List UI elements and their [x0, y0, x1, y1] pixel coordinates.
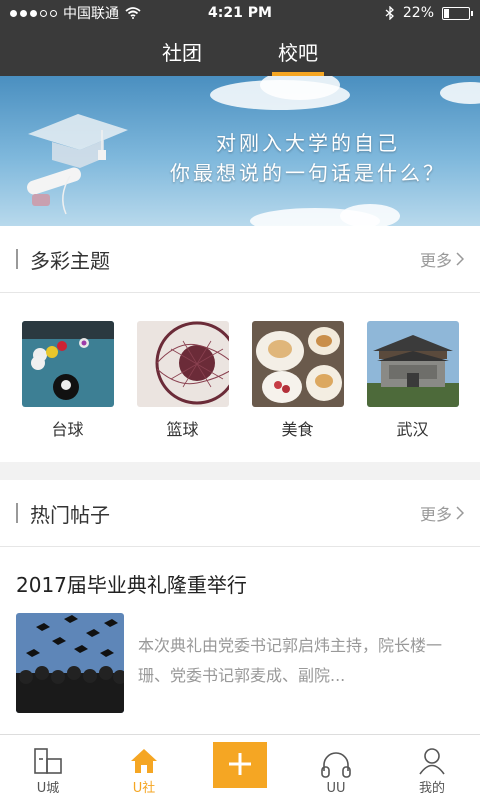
banner-line-2: 你最想说的一句话是什么？: [170, 161, 446, 185]
chevron-right-icon: [456, 252, 464, 266]
topics-section: 多彩主题 更多 台球 篮球 美食 武汉: [0, 226, 480, 462]
posts-header: 热门帖子 更多: [0, 480, 480, 547]
tab-clubs[interactable]: 社团: [160, 26, 204, 76]
tab-school-bar[interactable]: 校吧: [272, 26, 324, 76]
topic-food[interactable]: 美食: [251, 321, 344, 440]
chevron-right-icon: [456, 506, 464, 520]
battery-percent: 22%: [402, 5, 434, 21]
topic-wuhan[interactable]: 武汉: [366, 321, 459, 440]
status-bar: 中国联通 4:21 PM 22%: [0, 0, 480, 26]
topic-label: 武汉: [396, 420, 429, 439]
topic-label: 篮球: [166, 420, 199, 439]
nav-label: U社: [132, 781, 156, 796]
battery-icon: [442, 6, 473, 20]
wifi-icon: [125, 7, 141, 19]
nav-u-club[interactable]: U社: [96, 735, 192, 800]
banner-line-1: 对刚入大学的自己: [216, 131, 400, 155]
user-icon: [419, 748, 445, 775]
banner-caption: 对刚入大学的自己 你最想说的一句话是什么？: [148, 128, 468, 188]
top-bar: 中国联通 4:21 PM 22% 社团 校吧: [0, 0, 480, 76]
more-label: 更多: [419, 251, 452, 270]
hot-posts-section: 热门帖子 更多 2017届毕业典礼隆重举行 本次典礼由党委书记郭启炜主持，院长楼…: [0, 480, 480, 734]
tab-clubs-label: 社团: [162, 40, 202, 65]
city-icon: [34, 748, 62, 774]
topic-basketball[interactable]: 篮球: [136, 321, 229, 440]
header-tabs: 社团 校吧: [0, 26, 480, 76]
topic-label: 台球: [51, 420, 84, 439]
plus-icon: [213, 742, 267, 788]
headphones-icon: [321, 752, 351, 778]
topics-more-button[interactable]: 更多: [420, 247, 464, 271]
post-card[interactable]: 2017届毕业典礼隆重举行 本次典礼由党委书记郭启炜主持，院长楼一珊、党委书记郭…: [0, 547, 480, 713]
wuhan-image: [366, 321, 459, 407]
signal-icon: [10, 9, 57, 17]
graduation-cap-icon: [27, 114, 128, 215]
post-excerpt: 本次典礼由党委书记郭启炜主持，院长楼一珊、党委书记郭麦成、副院...: [138, 636, 443, 685]
nav-create-post[interactable]: [192, 735, 288, 800]
food-image: [251, 321, 344, 407]
bluetooth-icon: [385, 6, 394, 20]
home-icon: [131, 749, 157, 773]
post-title: 2017届毕业典礼隆重举行: [16, 572, 247, 597]
basketball-image: [136, 321, 229, 407]
topic-label: 美食: [281, 420, 314, 439]
bottom-nav: U城 U社 UU 我的: [0, 734, 480, 800]
nav-label: 我的: [418, 781, 445, 796]
more-label: 更多: [419, 505, 452, 524]
tab-school-bar-label: 校吧: [278, 40, 318, 65]
graduation-photo: [16, 613, 124, 713]
promo-banner[interactable]: 对刚入大学的自己 你最想说的一句话是什么？: [0, 76, 480, 226]
nav-u-city[interactable]: U城: [0, 735, 96, 800]
nav-label: U城: [36, 781, 60, 796]
section-title: 热门帖子: [30, 502, 110, 527]
cloud-decoration: [440, 82, 480, 104]
section-marker: [16, 249, 18, 269]
topic-billiards[interactable]: 台球: [21, 321, 114, 440]
section-title: 多彩主题: [30, 248, 110, 273]
billiards-image: [21, 321, 114, 407]
topics-header: 多彩主题 更多: [0, 226, 480, 293]
cloud-decoration: [340, 204, 400, 226]
clock: 4:21 PM: [208, 5, 272, 21]
posts-more-button[interactable]: 更多: [420, 501, 464, 525]
nav-label: UU: [326, 781, 346, 796]
carrier-label: 中国联通: [63, 6, 119, 22]
nav-uu[interactable]: UU: [288, 735, 384, 800]
section-marker: [16, 503, 18, 523]
nav-mine[interactable]: 我的: [384, 735, 480, 800]
